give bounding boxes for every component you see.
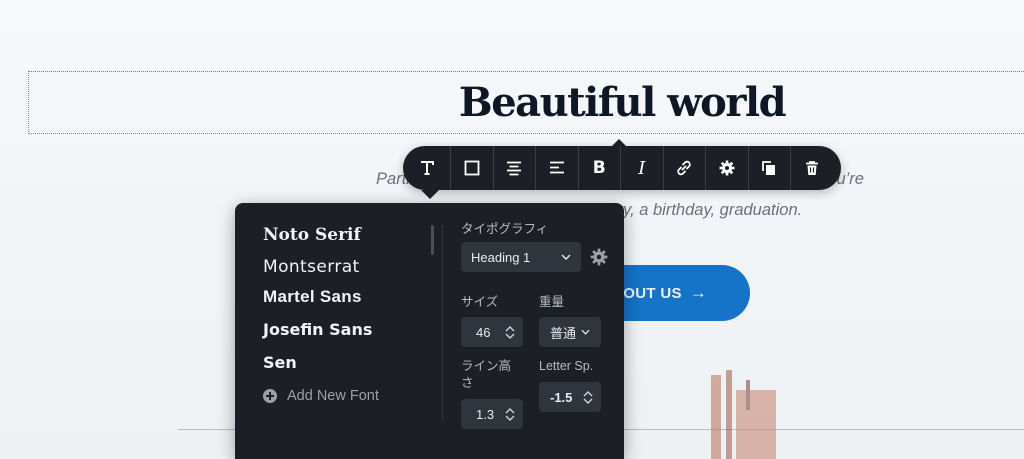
font-list-scrollbar[interactable]: [431, 225, 434, 255]
box-button[interactable]: [451, 146, 494, 190]
settings-button[interactable]: [706, 146, 749, 190]
copy-icon: [762, 161, 776, 175]
chevron-down-icon: [581, 329, 590, 335]
italic-icon: I: [638, 157, 646, 179]
line-height-value: 1.3: [476, 406, 495, 422]
italic-button[interactable]: I: [621, 146, 664, 190]
align-left-icon: [549, 161, 564, 174]
bold-button[interactable]: B: [579, 146, 621, 190]
link-icon: [677, 160, 691, 176]
line-height-stepper[interactable]: 1.3: [461, 399, 523, 429]
size-label: サイズ: [461, 295, 499, 309]
stepper-arrows-icon[interactable]: [505, 325, 515, 340]
format-toolbar: B I: [403, 146, 841, 190]
page-heading[interactable]: Beautiful world: [0, 70, 1024, 136]
font-option-noto-serif[interactable]: Noto Serif: [263, 225, 361, 245]
panel-divider: [442, 225, 443, 421]
align-left-button[interactable]: [536, 146, 579, 190]
font-option-martel-sans[interactable]: Martel Sans: [263, 287, 362, 307]
stepper-arrows-icon[interactable]: [583, 390, 593, 405]
square-icon: [464, 160, 480, 176]
delete-button[interactable]: [791, 146, 834, 190]
chevron-down-icon: [561, 254, 571, 260]
duplicate-button[interactable]: [749, 146, 791, 190]
text-T-icon: [420, 161, 434, 175]
font-weight-value: 普通: [550, 325, 577, 341]
preset-settings-gear-icon[interactable]: [589, 247, 609, 267]
font-option-sen[interactable]: Sen: [263, 353, 297, 372]
align-center-icon: [507, 161, 522, 176]
link-button[interactable]: [664, 146, 706, 190]
typography-label: タイポグラフィ: [461, 222, 549, 236]
typography-button[interactable]: [403, 146, 451, 190]
font-option-montserrat[interactable]: Montserrat: [263, 257, 360, 277]
typography-preset-select[interactable]: Heading 1: [461, 242, 581, 272]
font-size-value: 46: [476, 324, 491, 340]
letter-spacing-value: -1.5: [550, 389, 573, 405]
add-new-font-label: Add New Font: [287, 388, 379, 404]
trash-icon: [806, 161, 819, 175]
plus-circle-icon: [263, 389, 277, 403]
align-center-button[interactable]: [494, 146, 536, 190]
font-size-stepper[interactable]: 46: [461, 317, 523, 347]
bold-icon: B: [592, 158, 606, 178]
font-option-josefin-sans[interactable]: Josefin Sans: [263, 320, 372, 339]
panel-pointer: [421, 190, 439, 199]
stepper-arrows-icon[interactable]: [505, 407, 515, 422]
letter-spacing-stepper[interactable]: -1.5: [539, 382, 601, 412]
line-height-label: ライン高さ: [461, 359, 512, 390]
preset-value: Heading 1: [471, 249, 531, 265]
font-weight-select[interactable]: 普通: [539, 317, 601, 347]
font-list: Noto Serif Montserrat Martel Sans Josefi…: [235, 203, 435, 459]
arrow-right-icon: →: [689, 283, 708, 302]
weight-label: 重量: [539, 295, 565, 309]
letter-spacing-label: Letter Sp.: [539, 359, 594, 373]
background-photo: [711, 370, 776, 459]
gear-icon: [719, 160, 735, 176]
add-new-font-button[interactable]: Add New Font: [263, 388, 379, 404]
typography-panel: Noto Serif Montserrat Martel Sans Josefi…: [235, 203, 624, 459]
